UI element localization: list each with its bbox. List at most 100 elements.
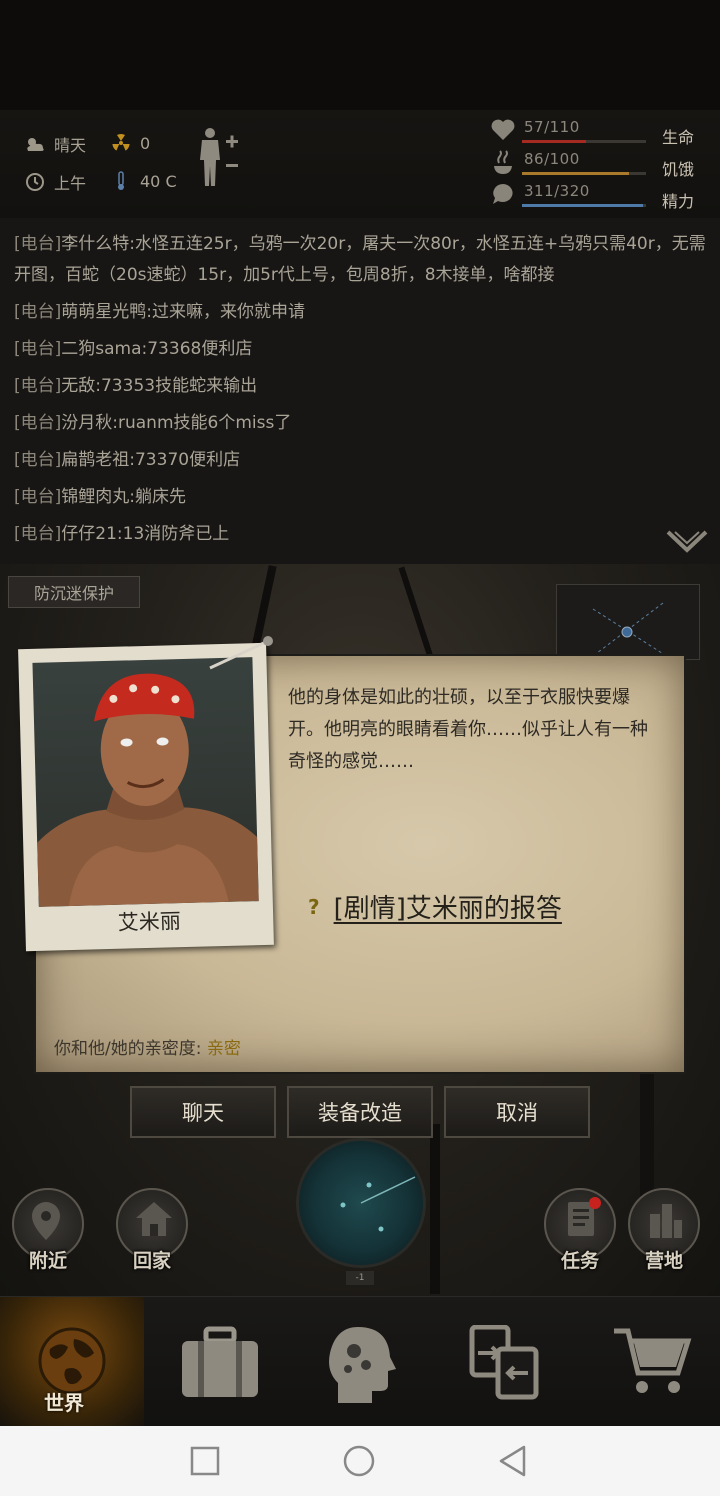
chat-message-text: 无敌:73353技能蛇来输出 [61,376,258,396]
npc-portrait [32,657,259,907]
radar-level: -1 [346,1271,374,1285]
chat-channel-tag: [电台] [14,234,62,254]
chat-message-text: 汾月秋:ruanm技能6个miss了 [61,413,292,433]
chat-channel-tag: [电台] [14,450,62,470]
tasks-label: 任务 [560,1250,599,1272]
top-blank-area [0,0,720,110]
shopping-cart-icon [614,1328,692,1393]
hunger-label: 饥饿 [662,160,695,179]
food-icon [490,150,516,176]
chat-channel-tag: [电台] [14,524,62,544]
hunger-value: 86/100 [524,150,580,168]
chat-message: [电台]仔仔21:13消防斧已上 [14,516,706,553]
tree-silhouette [430,1124,440,1294]
time-status: 上午 [24,170,86,194]
nav-world[interactable]: 世界 [0,1297,144,1427]
quest-link[interactable]: ? [剧情]艾米丽的报答 [308,888,562,925]
hunger-bar-fill [522,172,629,175]
thermometer-icon [110,170,132,192]
temperature-value: 40 C [140,171,177,191]
radio-chat-log[interactable]: [电台]李什么特:水怪五连25r，乌鸦一次20r，屠夫一次80r，水怪五连+乌鸦… [0,218,720,564]
temperature-status: 40 C [110,170,177,192]
chat-message: [电台]扁鹊老祖:73370便利店 [14,442,706,479]
health-bar-fill [522,140,587,143]
chat-message: [电台]锦鲤肉丸:躺床先 [14,479,706,516]
chat-message-text: 萌萌星光鸭:过来嘛，来你就申请 [61,302,305,322]
chat-message-text: 仔仔21:13消防斧已上 [61,524,230,544]
energy-bar-fill [522,204,643,207]
clock-icon [24,171,46,193]
body-status-icon[interactable] [196,126,242,188]
energy-bar [522,204,646,207]
health-value: 57/110 [524,118,580,136]
intimacy-status: 你和他/她的亲密度: 亲密 [54,1034,241,1059]
radiation-status: 0 [110,132,150,154]
energy-value: 311/320 [524,182,590,200]
house-icon [136,1202,172,1236]
chat-message-text: 扁鹊老祖:73370便利店 [61,450,241,470]
energy-label: 精力 [662,192,695,211]
anti-addiction-button[interactable]: 防沉迷保护 [8,576,140,608]
health-bar [522,140,646,143]
nav-inventory[interactable] [144,1297,288,1427]
intimacy-label: 你和他/她的亲密度: [54,1039,202,1059]
chat-message-text: 二狗sama:73368便利店 [61,339,253,359]
suitcase-icon [182,1326,258,1397]
pin-icon [206,634,276,674]
radar-scanner[interactable] [296,1138,426,1268]
npc-description: 他的身体是如此的壮硕，以至于衣服快要爆开。他明亮的眼睛看着你……似乎让人有一种奇… [288,687,648,772]
quest-title[interactable]: [剧情]艾米丽的报答 [334,888,562,925]
nearby-label: 附近 [28,1250,67,1272]
npc-name: 艾米丽 [117,909,182,935]
stat-health: 57/110 生命 [490,118,720,148]
radiation-value: 0 [140,133,151,153]
chat-button[interactable]: 聊天 [130,1086,276,1138]
chat-channel-tag: [电台] [14,339,62,359]
equipment-modify-button[interactable]: 装备改造 [287,1086,433,1138]
chat-channel-tag: [电台] [14,302,62,322]
system-navigation-bar [0,1426,720,1496]
notification-dot [589,1197,601,1209]
health-label: 生命 [662,128,695,147]
chat-message: [电台]二狗sama:73368便利店 [14,331,706,368]
recent-apps-icon[interactable] [188,1444,222,1478]
bottom-navigation: 世界 [0,1296,720,1427]
stat-energy: 311/320 精力 [490,182,720,212]
chat-message: [电台]汾月秋:ruanm技能6个miss了 [14,405,706,442]
location-pin-icon [32,1202,60,1240]
nav-skills[interactable] [288,1297,432,1427]
intimacy-level: 亲密 [206,1039,241,1059]
chat-channel-tag: [电台] [14,413,62,433]
energy-icon [490,182,516,208]
exchange-icon [469,1325,539,1400]
nav-shop[interactable] [576,1297,720,1427]
weather-status: 晴天 [24,132,86,156]
chat-message: [电台]李什么特:水怪五连25r，乌鸦一次20r，屠夫一次80r，水怪五连+乌鸦… [14,226,706,294]
time-label: 上午 [54,174,87,193]
back-triangle-icon[interactable] [496,1444,530,1478]
minimap[interactable] [556,584,700,660]
stat-hunger: 86/100 饥饿 [490,150,720,180]
weather-label: 晴天 [54,136,87,155]
head-gears-icon [329,1327,396,1403]
camp-building-icon [650,1204,682,1238]
chat-message-text: 李什么特:水怪五连25r，乌鸦一次20r，屠夫一次80r，水怪五连+乌鸦只需40… [14,234,706,285]
chat-message: [电台]无敌:73353技能蛇来输出 [14,368,706,405]
chat-message: [电台]萌萌星光鸭:过来嘛，来你就申请 [14,294,706,331]
quest-mark-icon: ? [308,894,320,919]
cancel-button[interactable]: 取消 [444,1086,590,1138]
nav-trade[interactable] [432,1297,576,1427]
radiation-icon [110,132,132,154]
chat-channel-tag: [电台] [14,487,62,507]
chat-channel-tag: [电台] [14,376,62,396]
home-circle-icon[interactable] [342,1444,376,1478]
sun-cloud-icon [24,133,46,155]
chat-message-text: 锦鲤肉丸:躺床先 [61,487,186,507]
chevron-down-icon[interactable] [666,530,708,554]
heart-icon [490,118,516,144]
camp-label: 营地 [644,1250,683,1272]
npc-portrait-card: 艾米丽 [18,642,274,952]
nav-world-label: 世界 [44,1391,84,1415]
hunger-bar [522,172,646,175]
home-label: 回家 [132,1250,171,1272]
